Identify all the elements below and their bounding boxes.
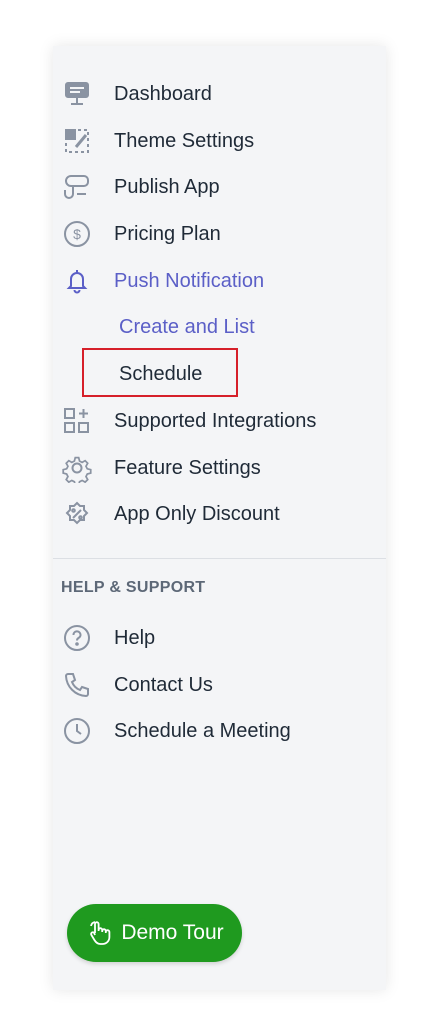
dashboard-icon — [61, 78, 93, 110]
bell-icon — [61, 265, 93, 297]
sidebar-item-schedule-meeting[interactable]: Schedule a Meeting — [61, 711, 371, 751]
gear-icon — [61, 452, 93, 484]
demo-tour-button[interactable]: Demo Tour — [67, 904, 242, 962]
help-section-title: HELP & SUPPORT — [61, 579, 206, 596]
submenu-item-label: Create and List — [119, 315, 255, 338]
sidebar-item-label: Theme Settings — [114, 129, 255, 152]
sidebar-item-label: Push Notification — [114, 269, 265, 292]
clock-icon — [61, 715, 93, 747]
demo-tour-label: Demo Tour — [121, 921, 224, 944]
sidebar-item-label: App Only Discount — [114, 502, 280, 525]
sidebar-item-feature-settings[interactable]: Feature Settings — [61, 448, 371, 488]
discount-icon — [61, 498, 93, 530]
highlight-box — [82, 348, 238, 397]
sidebar-item-app-only-discount[interactable]: App Only Discount — [61, 494, 371, 534]
submenu-item-create-and-list[interactable]: Create and List — [119, 307, 255, 347]
sidebar-item-supported-integrations[interactable]: Supported Integrations — [61, 401, 371, 441]
phone-icon — [61, 669, 93, 701]
sidebar-item-label: Supported Integrations — [114, 409, 317, 432]
sidebar-item-label: Contact Us — [114, 673, 213, 696]
sidebar-item-theme-settings[interactable]: Theme Settings — [61, 121, 371, 161]
sidebar-item-label: Schedule a Meeting — [114, 719, 291, 742]
theme-icon — [61, 125, 93, 157]
sidebar-item-contact-us[interactable]: Contact Us — [61, 665, 371, 705]
sidebar-item-pricing-plan[interactable]: $ Pricing Plan — [61, 214, 371, 254]
sidebar-panel: Dashboard Theme Settings Publish App $ P… — [53, 46, 386, 990]
integrations-icon — [61, 405, 93, 437]
pricing-icon: $ — [61, 218, 93, 250]
sidebar-item-label: Help — [114, 626, 156, 649]
sidebar-item-publish-app[interactable]: Publish App — [61, 167, 371, 207]
section-divider — [53, 558, 386, 559]
hand-pointer-icon — [85, 919, 113, 947]
sidebar-item-label: Feature Settings — [114, 456, 261, 479]
publish-icon — [61, 171, 93, 203]
sidebar-item-label: Dashboard — [114, 82, 212, 105]
sidebar-item-dashboard[interactable]: Dashboard — [61, 74, 371, 114]
help-icon — [61, 622, 93, 654]
svg-text:$: $ — [73, 226, 81, 242]
sidebar-item-help[interactable]: Help — [61, 618, 371, 658]
sidebar-item-label: Pricing Plan — [114, 222, 221, 245]
sidebar-item-push-notification[interactable]: Push Notification — [61, 261, 371, 301]
sidebar-item-label: Publish App — [114, 175, 220, 198]
